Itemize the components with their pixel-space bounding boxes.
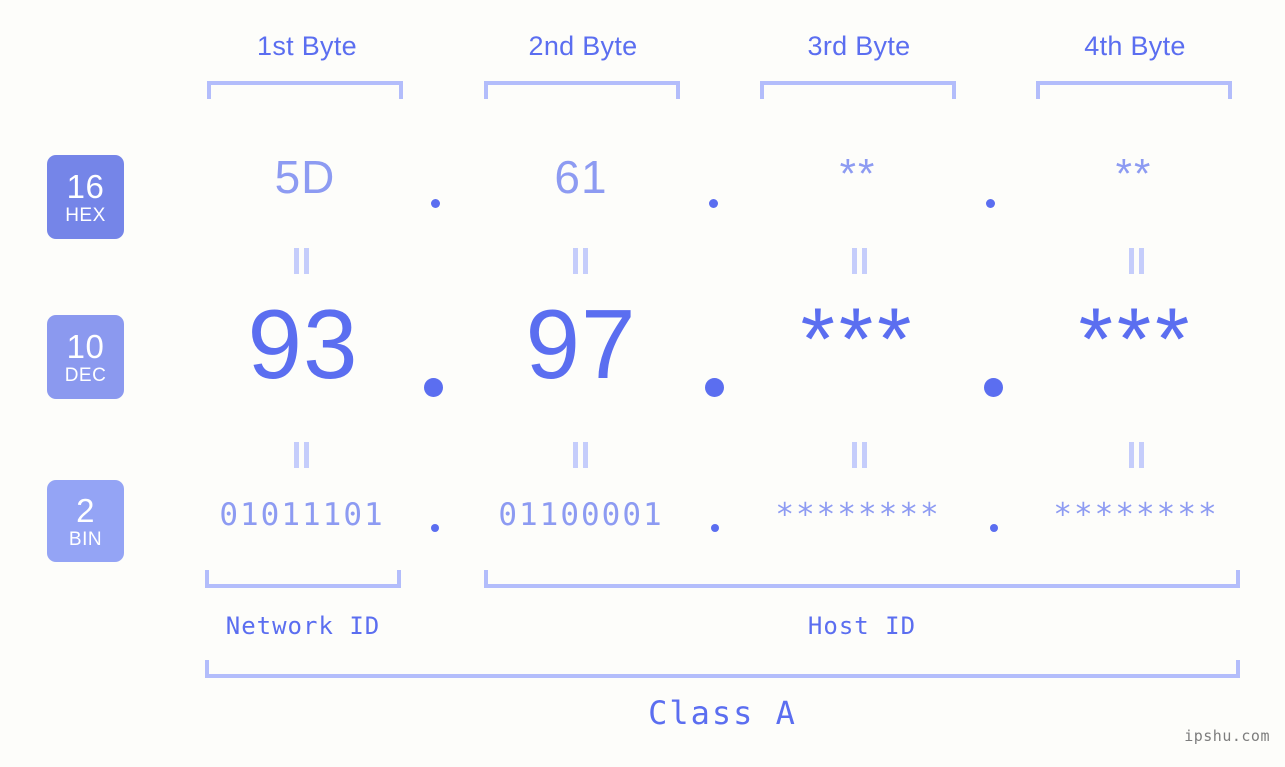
equality-mark-hex-dec-4 [1127,248,1147,274]
network-id-label: Network ID [225,612,381,640]
host-id-label: Host ID [807,612,917,640]
ip-address-breakdown-diagram: 1st Byte 2nd Byte 3rd Byte 4th Byte 16 H… [0,0,1285,767]
base-badge-dec-name: DEC [64,364,107,386]
dec-separator-dot-1 [424,378,443,397]
base-badge-dec-number: 10 [66,327,105,365]
hex-separator-dot-3 [986,199,995,208]
byte-bracket-top-2 [484,81,680,99]
base-badge-bin-name: BIN [68,528,103,550]
dec-value-byte-2: 97 [525,289,637,399]
base-badge-hex[interactable]: 16 HEX [47,155,124,239]
bin-separator-dot-3 [990,524,998,532]
hex-value-byte-3: ** [839,150,877,197]
dec-value-byte-4: *** [1078,289,1194,388]
equality-mark-dec-bin-2 [571,442,591,468]
hex-value-byte-2: 61 [554,151,608,203]
equality-mark-dec-bin-3 [850,442,870,468]
base-badge-hex-number: 16 [66,167,105,205]
class-bracket [205,660,1240,678]
equality-mark-hex-dec-3 [850,248,870,274]
bin-value-byte-1: 01011101 [219,497,385,533]
byte-header-label-4: 4th Byte [1084,31,1186,61]
dec-separator-dot-3 [984,378,1003,397]
hex-separator-dot-2 [709,199,718,208]
byte-bracket-top-4 [1036,81,1232,99]
base-badge-bin-number: 2 [76,491,95,529]
bin-separator-dot-2 [711,524,719,532]
byte-header-label-3: 3rd Byte [807,31,911,61]
bin-value-byte-3: ******** [775,497,941,533]
hex-value-byte-1: 5D [274,151,336,203]
byte-bracket-top-1 [207,81,403,99]
dec-value-byte-1: 93 [247,289,359,399]
bin-value-byte-4: ******** [1053,497,1219,533]
byte-header-label-1: 1st Byte [257,31,357,61]
base-badge-hex-name: HEX [65,204,106,226]
byte-header-label-2: 2nd Byte [528,31,638,61]
network-id-bracket [205,570,401,588]
bin-separator-dot-1 [431,524,439,532]
dec-value-byte-3: *** [800,289,916,388]
dec-separator-dot-2 [705,378,724,397]
host-id-bracket [484,570,1240,588]
bin-value-byte-2: 01100001 [498,497,664,533]
equality-mark-dec-bin-4 [1127,442,1147,468]
hex-separator-dot-1 [431,199,440,208]
byte-bracket-top-3 [760,81,956,99]
equality-mark-hex-dec-1 [292,248,312,274]
base-badge-dec[interactable]: 10 DEC [47,315,124,399]
hex-value-byte-4: ** [1115,150,1153,197]
equality-mark-hex-dec-2 [571,248,591,274]
class-label: Class A [648,694,797,732]
equality-mark-dec-bin-1 [292,442,312,468]
base-badge-bin[interactable]: 2 BIN [47,480,124,562]
site-watermark: ipshu.com [1184,727,1270,745]
